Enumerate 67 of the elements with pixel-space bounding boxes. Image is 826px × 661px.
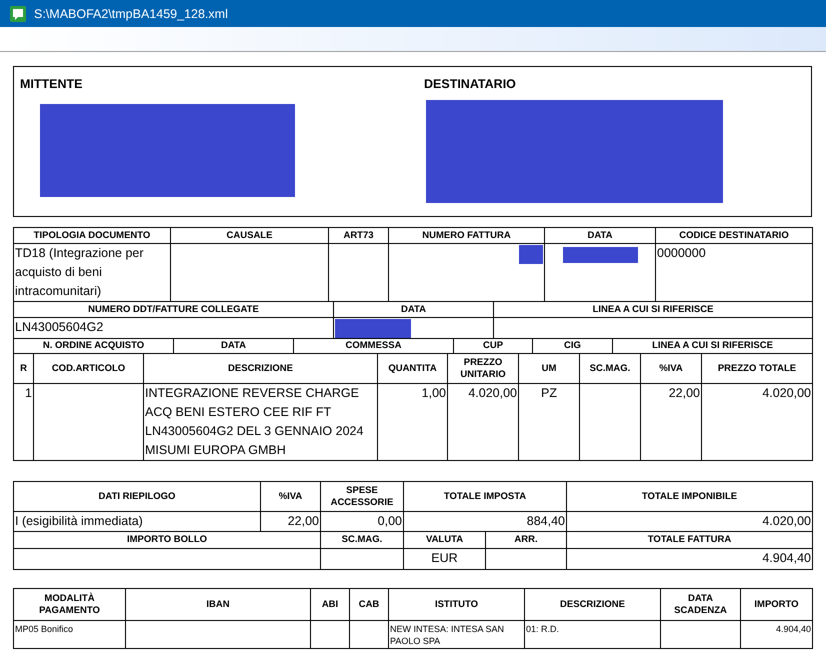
column-header: DESCRIZIONE [524,588,660,620]
column-header: R [14,354,34,384]
column-header: TIPOLOGIA DOCUMENTO [14,228,170,244]
table-cell: 01: R.D. [526,624,560,634]
table-cell: LN43005604G2 [15,320,104,334]
column-header: NUMERO FATTURA [388,228,544,244]
column-header: DATA [544,228,656,244]
column-header: LINEA A CUI SI RIFERISCE [612,338,812,354]
column-header: PREZZO TOTALE [702,354,812,384]
column-header: %IVA [640,354,702,384]
table-cell: 22,00 [288,514,319,528]
column-header: COMMESSA [294,338,454,354]
table-cell: TD18 (Integrazione per acquisto di beni intracomunitari) [15,246,144,298]
column-header: PREZZO UNITARIO [448,354,518,384]
table-cell: MP05 Bonifico [15,624,74,634]
column-header: VALUTA [404,532,486,548]
table-cell: 884,40 [526,514,565,528]
table-cell: 22,00 [668,386,700,400]
table-cell: 1 [25,386,32,400]
column-header: CAUSALE [170,228,328,244]
party-label: MITTENTE [20,77,82,91]
table-cell: 4.904,40 [762,551,811,565]
column-header: N. ORDINE ACQUISTO [14,338,174,354]
table-cell: PZ [541,386,557,400]
table-cell: EUR [431,551,458,565]
table-cell: 4.020,00 [468,386,517,400]
column-header: TOTALE FATTURA [566,532,812,548]
table-cell: INTEGRAZIONE REVERSE CHARGE ACQ BENI ESTERO CEE RIF FT LN43005604G2 DEL 3 GENNAIO 2024 MISUMI EUROPA GMBH [145,386,364,457]
window-title: S:\MABOFA2\tmpBA1459_128.xml [34,6,228,20]
column-header: DATA [174,338,294,354]
column-header: MODALITÀ PAGAMENTO [14,588,126,620]
table-cell: 0,00 [378,514,402,528]
column-header: ART73 [328,228,388,244]
column-header: SPESE ACCESSORIE [320,482,404,512]
column-header: LINEA A CUI SI RIFERISCE [494,302,812,318]
table-cell: 4.020,00 [762,386,811,400]
column-header: CODICE DESTINATARIO [656,228,812,244]
column-header: %IVA [260,482,320,512]
column-header: TOTALE IMPONIBILE [566,482,812,512]
column-header: ABI [310,588,350,620]
column-header: COD.ARTICOLO [34,354,144,384]
table-cell: 1,00 [422,386,446,400]
column-header: IMPORTO BOLLO [14,532,320,548]
table-cell: 4.020,00 [762,514,811,528]
column-header: CUP [454,338,532,354]
column-header: DATA [334,302,494,318]
column-header: IBAN [126,588,310,620]
party-label: DESTINATARIO [424,77,516,91]
app-icon [10,6,26,22]
column-header: NUMERO DDT/FATTURE COLLEGATE [14,302,334,318]
column-header: IMPORTO [740,588,812,620]
table-cell: NEW INTESA: INTESA SAN PAOLO SPA [390,624,504,646]
column-header: QUANTITA [378,354,448,384]
column-header: CIG [532,338,612,354]
column-header: DESCRIZIONE [144,354,378,384]
column-header: SC.MAG. [580,354,640,384]
column-header: ISTITUTO [388,588,524,620]
column-header: ARR. [486,532,566,548]
column-header: DATA SCADENZA [660,588,740,620]
column-header: SC.MAG. [320,532,404,548]
column-header: TOTALE IMPOSTA [404,482,566,512]
column-header: CAB [350,588,388,620]
column-header: UM [518,354,580,384]
table-cell: I (esigibilità immediata) [15,514,143,528]
column-header: DATI RIEPILOGO [14,482,260,512]
table-cell: 4.904,40 [776,624,811,634]
table-cell: 0000000 [657,246,706,260]
